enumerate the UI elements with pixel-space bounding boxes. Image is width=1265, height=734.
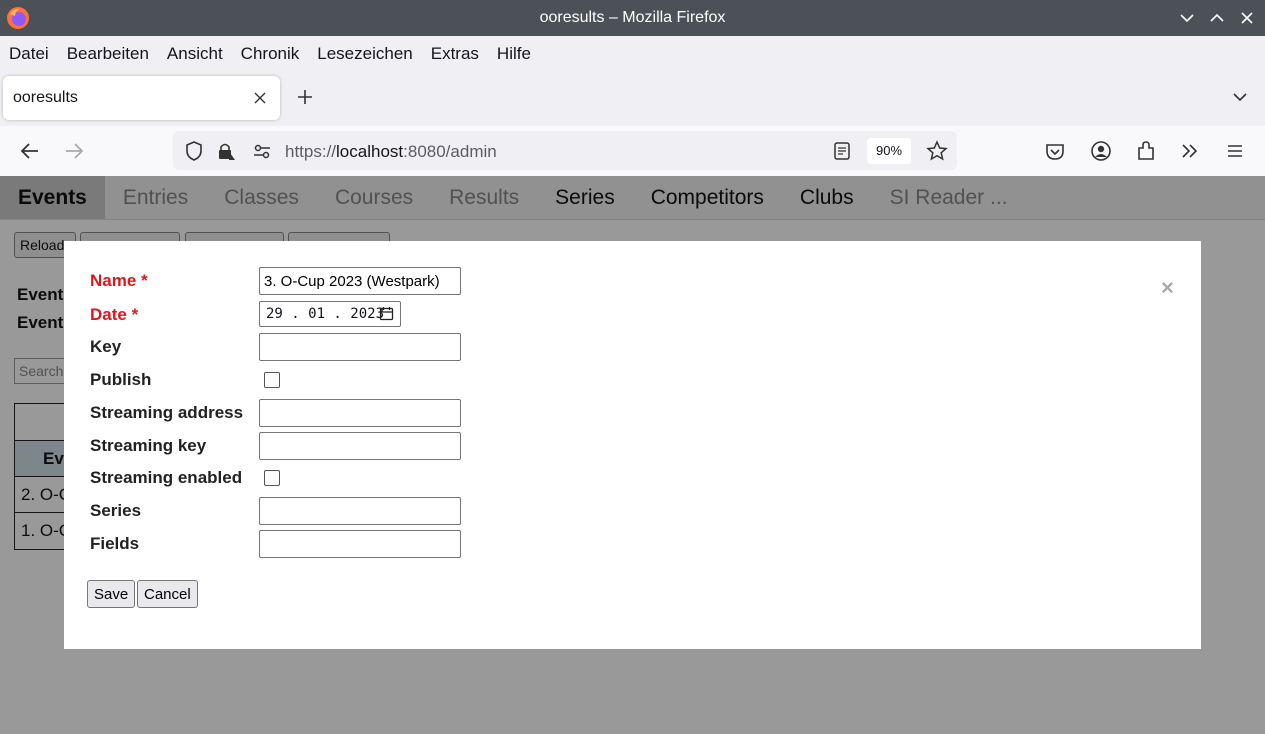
streaming-enabled-checkbox[interactable] (264, 470, 280, 486)
pocket-icon[interactable] (1044, 140, 1066, 162)
site-permissions-icon[interactable] (251, 140, 273, 162)
overflow-menu-icon[interactable] (1179, 140, 1201, 162)
streaming-key-label: Streaming key (90, 436, 207, 455)
fields-row: Fields (90, 530, 690, 558)
streaming-key-input[interactable] (259, 432, 461, 460)
streaming-address-label: Streaming address (90, 403, 244, 422)
date-input[interactable]: 29 . 01 . 2023 (259, 301, 401, 327)
menu-ansicht[interactable]: Ansicht (167, 44, 223, 64)
close-dialog-icon[interactable]: × (1161, 275, 1174, 301)
lock-icon[interactable] (215, 140, 237, 162)
date-label: Date * (90, 305, 139, 324)
date-value: 29 . 01 . 2023 (266, 306, 385, 322)
fields-input[interactable] (259, 530, 461, 558)
streaming-address-row: Streaming address (90, 399, 690, 427)
series-input[interactable] (259, 497, 461, 525)
tab-bar: ooresults (0, 72, 1265, 126)
url-text[interactable]: https://localhost:8080/admin (285, 142, 497, 162)
url-bar[interactable]: https://localhost:8080/admin 90% (173, 131, 957, 170)
menu-bearbeiten[interactable]: Bearbeiten (67, 44, 149, 64)
tab-title: ooresults (13, 89, 78, 106)
menu-datei[interactable]: Datei (9, 44, 49, 64)
save-button[interactable]: Save (87, 580, 136, 608)
key-label: Key (90, 337, 122, 356)
event-edit-dialog: × Name * Date * 29 . 01 . 2023 Key Publi… (64, 241, 1201, 649)
menu-hilfe[interactable]: Hilfe (497, 44, 531, 64)
cancel-button[interactable]: Cancel (137, 580, 198, 608)
shield-icon[interactable] (183, 140, 205, 162)
extensions-icon[interactable] (1135, 140, 1157, 162)
streaming-enabled-row: Streaming enabled (90, 464, 690, 492)
publish-checkbox[interactable] (264, 372, 280, 388)
maximize-icon[interactable] (1207, 8, 1227, 28)
list-tabs-icon[interactable] (1231, 88, 1249, 106)
publish-row: Publish (90, 366, 690, 394)
page-content: Events Entries Classes Courses Results S… (0, 176, 1265, 734)
navigation-bar: https://localhost:8080/admin 90% (0, 126, 1265, 176)
menu-lesezeichen[interactable]: Lesezeichen (317, 44, 412, 64)
reader-view-icon[interactable] (831, 140, 853, 162)
menu-bar: Datei Bearbeiten Ansicht Chronik Lesezei… (0, 36, 1265, 72)
zoom-level[interactable]: 90% (867, 138, 911, 164)
window-titlebar: ooresults – Mozilla Firefox (0, 0, 1265, 36)
browser-tab[interactable]: ooresults (3, 76, 280, 120)
calendar-icon[interactable] (379, 306, 394, 321)
streaming-key-row: Streaming key (90, 432, 690, 460)
forward-icon[interactable] (63, 140, 85, 162)
new-tab-icon[interactable] (296, 88, 314, 106)
menu-chronik[interactable]: Chronik (241, 44, 300, 64)
close-window-icon[interactable] (1237, 8, 1257, 28)
key-input[interactable] (259, 333, 461, 361)
menu-extras[interactable]: Extras (431, 44, 479, 64)
streaming-enabled-label: Streaming enabled (90, 468, 243, 487)
name-label: Name * (90, 271, 148, 290)
bookmark-star-icon[interactable] (926, 140, 948, 162)
window-title: ooresults – Mozilla Firefox (539, 9, 726, 26)
close-tab-icon[interactable] (252, 90, 268, 106)
key-row: Key (90, 333, 690, 361)
name-input[interactable] (259, 267, 461, 295)
name-row: Name * (90, 267, 690, 295)
series-row: Series (90, 497, 690, 525)
back-icon[interactable] (19, 140, 41, 162)
streaming-address-input[interactable] (259, 399, 461, 427)
minimize-icon[interactable] (1177, 8, 1197, 28)
date-row: Date * 29 . 01 . 2023 (90, 301, 690, 329)
account-icon[interactable] (1090, 140, 1112, 162)
publish-label: Publish (90, 370, 152, 389)
hamburger-menu-icon[interactable] (1224, 140, 1246, 162)
series-label: Series (90, 501, 142, 520)
fields-label: Fields (90, 534, 140, 553)
